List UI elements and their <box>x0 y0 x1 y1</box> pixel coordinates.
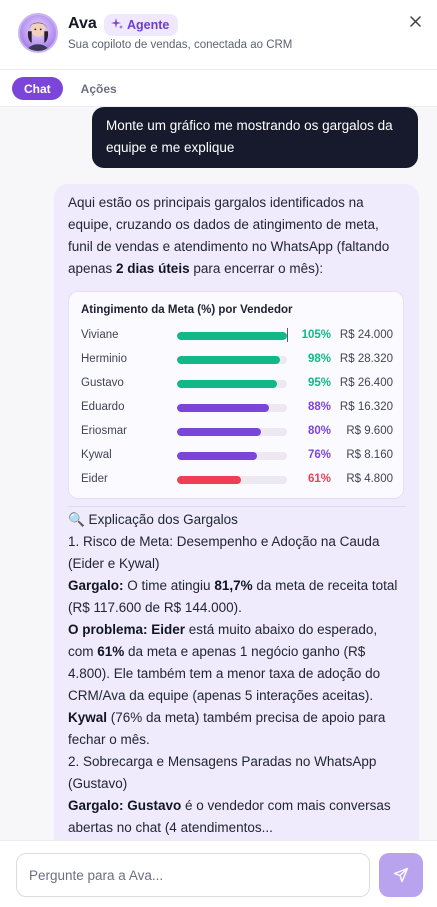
percent-label: 76% <box>307 449 331 461</box>
message-input[interactable] <box>16 853 370 897</box>
tab-actions[interactable]: Ações <box>69 77 129 100</box>
bar-track <box>177 476 287 484</box>
bar-track <box>177 452 287 460</box>
bar-track <box>177 380 287 388</box>
bold-value: 81,7% <box>214 578 253 593</box>
problem-label: O problema: <box>68 622 148 637</box>
section-divider <box>68 506 406 507</box>
bar-track <box>177 332 287 340</box>
revenue-label: R$ 16.320 <box>339 401 393 413</box>
seller-name: Kywal <box>68 710 108 725</box>
revenue-label: R$ 28.320 <box>339 353 393 365</box>
text: O time atingiu <box>123 578 215 593</box>
revenue-label: R$ 24.000 <box>339 329 393 341</box>
bar-herminio <box>177 356 280 364</box>
item2-paragraph-1: Gargalo: Gustavo é o vendedor com mais c… <box>68 795 406 839</box>
chart-row: Kywal 76% R$ 8.160 <box>81 446 393 466</box>
chart-row: Herminio 98% R$ 28.320 <box>81 350 393 370</box>
percent-label: 80% <box>307 425 331 437</box>
seller-name-label: Gustavo <box>81 377 124 389</box>
seller-name-label: Eduardo <box>81 401 125 413</box>
bar-track <box>177 404 287 412</box>
seller-name: Gustavo <box>123 798 182 813</box>
bar-track <box>177 356 287 364</box>
seller-name-label: Kywal <box>81 449 112 461</box>
send-icon <box>393 867 409 883</box>
revenue-label: R$ 26.400 <box>339 377 393 389</box>
tab-chat[interactable]: Chat <box>12 77 63 100</box>
item1-paragraph-1: Gargalo: O time atingiu 81,7% da meta de… <box>68 575 406 619</box>
agent-badge: Agente <box>104 14 179 36</box>
item1-title: 1. Risco de Meta: Desempenho e Adoção na… <box>68 534 380 571</box>
percent-label: 95% <box>307 377 331 389</box>
percent-label: 105% <box>301 329 331 341</box>
composer <box>0 840 437 907</box>
item2-title: 2. Sobrecarga e Mensagens Paradas no Wha… <box>68 754 377 791</box>
chart-row: Eduardo 88% R$ 16.320 <box>81 398 393 418</box>
seller-name: Eider <box>147 622 186 637</box>
goal-chart-card: Atingimento da Meta (%) por Vendedor Viv… <box>68 291 404 499</box>
chart-row: Viviane 105% R$ 24.000 <box>81 326 393 346</box>
tab-bar: Chat Ações <box>12 77 129 100</box>
revenue-label: R$ 8.160 <box>346 449 393 461</box>
chart-row: Eider 61% R$ 4.800 <box>81 470 393 490</box>
header-divider <box>0 69 437 70</box>
bar-eduardo <box>177 404 270 412</box>
chart-row: Eriosmar 80% R$ 9.600 <box>81 422 393 442</box>
sparkle-icon <box>111 17 123 33</box>
chart-row: Gustavo 95% R$ 26.400 <box>81 374 393 394</box>
send-button[interactable] <box>379 853 423 897</box>
text: (76% da meta) também precisa de apoio pa… <box>68 710 386 747</box>
percent-label: 98% <box>307 353 331 365</box>
bar-viviane <box>177 332 287 340</box>
chat-header: Ava Agente Sua copiloto de vendas, conec… <box>0 0 437 70</box>
bar-kywal <box>177 452 257 460</box>
percent-label: 61% <box>307 473 331 485</box>
gargalo-label: Gargalo: <box>68 578 124 593</box>
intro-bold: 2 dias úteis <box>116 261 190 276</box>
close-button[interactable] <box>406 12 424 30</box>
ava-avatar <box>18 13 58 53</box>
assistant-subtitle: Sua copiloto de vendas, conectada ao CRM <box>68 39 293 51</box>
explanation: 🔍 Explicação dos Gargalos 1. Risco de Me… <box>68 506 406 839</box>
chat-area[interactable]: Monte um gráfico me mostrando os gargalo… <box>0 107 437 840</box>
seller-name-label: Viviane <box>81 329 119 341</box>
bold-value: 61% <box>97 644 125 659</box>
bar-eider <box>177 476 241 484</box>
bar-track <box>177 428 287 436</box>
agent-badge-label: Agente <box>127 18 170 32</box>
close-icon <box>409 15 421 27</box>
item1-paragraph-3: Kywal (76% da meta) também precisa de ap… <box>68 707 406 751</box>
chart-title: Atingimento da Meta (%) por Vendedor <box>81 304 293 316</box>
revenue-label: R$ 9.600 <box>346 425 393 437</box>
revenue-label: R$ 4.800 <box>346 473 393 485</box>
percent-label: 88% <box>307 401 331 413</box>
bar-eriosmar <box>177 428 261 436</box>
intro-text-end: para encerrar o mês): <box>189 261 324 276</box>
assistant-message: Aqui estão os principais gargalos identi… <box>54 184 419 840</box>
user-message: Monte um gráfico me mostrando os gargalo… <box>92 107 418 168</box>
bar-gustavo <box>177 380 277 388</box>
item1-paragraph-2: O problema: Eider está muito abaixo do e… <box>68 619 406 707</box>
seller-name-label: Eider <box>81 473 108 485</box>
seller-name-label: Herminio <box>81 353 128 365</box>
assistant-name: Ava <box>68 15 97 32</box>
assistant-intro: Aqui estão os principais gargalos identi… <box>68 192 405 280</box>
explanation-heading: 🔍 Explicação dos Gargalos <box>68 512 238 527</box>
seller-name-label: Eriosmar <box>81 425 128 437</box>
gargalo-label: Gargalo: <box>68 798 124 813</box>
